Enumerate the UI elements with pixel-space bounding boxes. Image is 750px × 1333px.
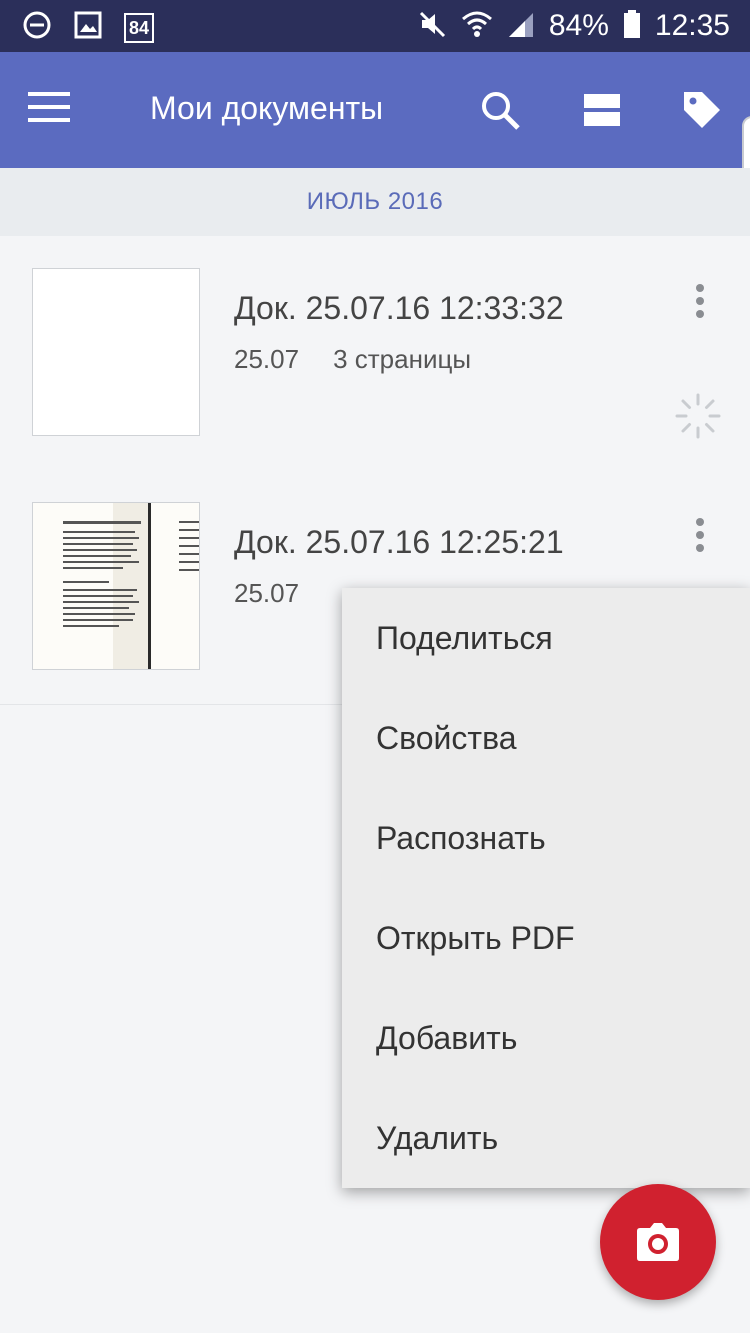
search-icon[interactable] [478,88,522,132]
battery-percent: 84% [548,9,609,42]
month-section-header: ИЮЛЬ 2016 [0,168,750,236]
loading-spinner-icon [674,392,722,440]
camera-fab-button[interactable] [600,1184,716,1300]
document-date: 25.07 [234,578,300,608]
signal-icon [507,9,535,44]
menu-item-add[interactable]: Добавить [342,988,750,1088]
document-date: 25.07 [234,344,300,374]
tag-icon[interactable] [680,88,724,132]
document-title: Док. 25.07.16 12:25:21 [234,524,564,560]
document-meta: 25.07 3 страницы [234,344,471,375]
clock: 12:35 [654,9,730,42]
more-options-icon[interactable] [690,284,710,324]
camera-icon [636,1222,680,1267]
document-row[interactable]: Док. 25.07.16 12:33:32 25.07 3 страницы [0,236,750,471]
app-toolbar: Мои документы [0,52,750,168]
menu-item-properties[interactable]: Свойства [342,688,750,788]
view-toggle-icon[interactable] [582,88,626,132]
image-icon [74,11,102,44]
document-thumbnail[interactable] [32,502,211,670]
menu-item-delete[interactable]: Удалить [342,1088,750,1188]
document-thumbnail[interactable] [32,268,200,436]
document-title: Док. 25.07.16 12:33:32 [234,290,564,326]
document-pages: 3 страницы [333,344,472,374]
more-options-icon[interactable] [690,518,710,558]
menu-item-share[interactable]: Поделиться [342,588,750,688]
status-bar: 84 84% 12:35 [0,0,750,52]
page-title: Мои документы [150,90,384,126]
menu-icon[interactable] [28,92,72,124]
menu-item-open-pdf[interactable]: Открыть PDF [342,888,750,988]
do-not-disturb-icon [22,10,52,45]
calendar-icon: 84 [124,12,154,43]
menu-item-recognize[interactable]: Распознать [342,788,750,888]
battery-icon [623,9,641,44]
mute-icon [417,9,447,44]
document-meta: 25.07 [234,578,299,609]
context-menu: Поделиться Свойства Распознать Открыть P… [342,588,750,1188]
wifi-icon [461,9,493,44]
